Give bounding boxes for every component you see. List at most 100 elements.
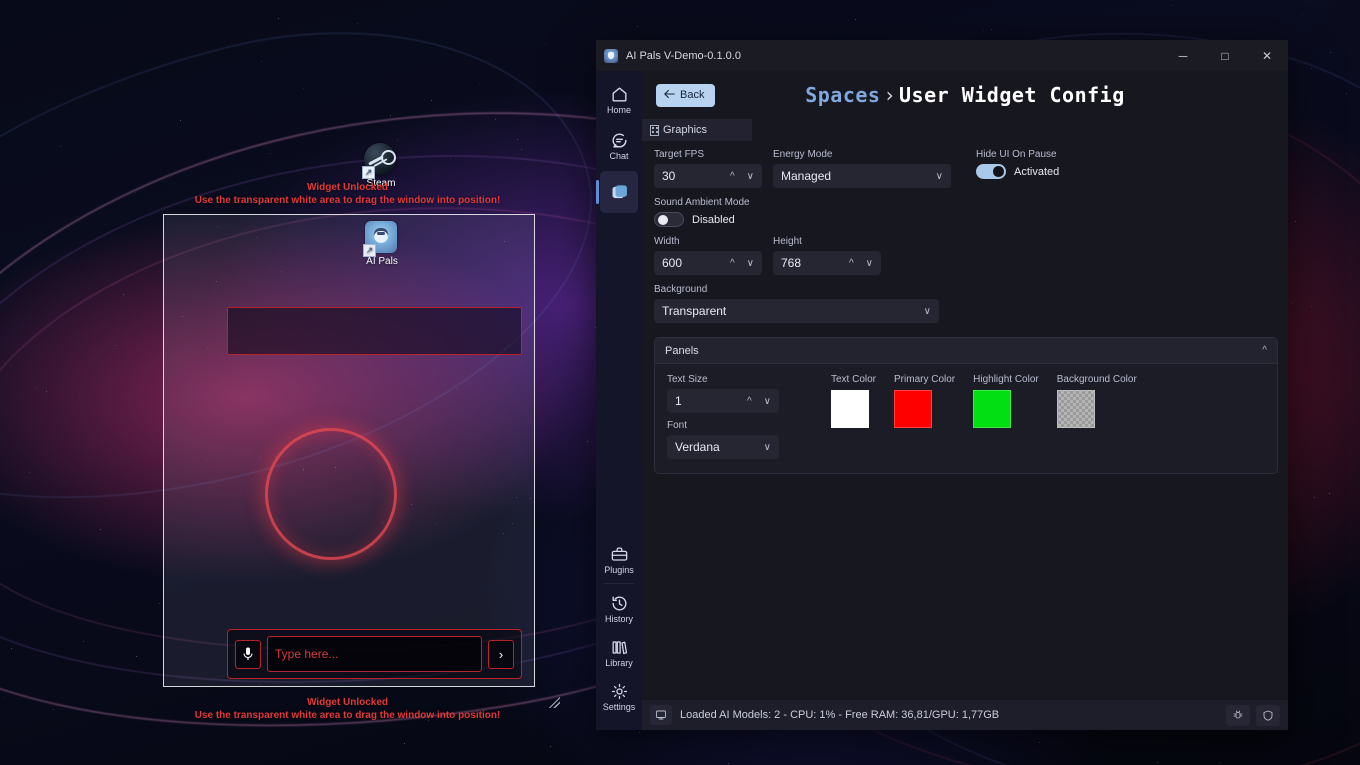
text-size-field: Text Size 1 ^ ∨ — [667, 374, 779, 413]
text-size-stepper[interactable]: 1 ^ ∨ — [667, 389, 779, 413]
chevron-up-icon[interactable]: ^ — [849, 258, 854, 269]
chevron-down-icon: ∨ — [935, 170, 943, 182]
target-fps-stepper[interactable]: 30 ^ ∨ — [654, 164, 762, 188]
back-button[interactable]: Back — [656, 83, 716, 107]
resize-grip-icon[interactable] — [549, 697, 560, 708]
bug-robot-icon[interactable] — [1226, 704, 1250, 726]
primary-color-field: Primary Color — [894, 374, 955, 459]
widget-hint-bottom: Widget Unlocked Use the transparent whit… — [135, 696, 560, 722]
sound-ambient-mode-row: Disabled — [654, 212, 1278, 227]
sidebar-item-label: Plugins — [604, 565, 634, 575]
floating-widget[interactable]: Widget Unlocked Use the transparent whit… — [135, 181, 560, 722]
height-value: 768 — [781, 256, 802, 270]
status-bar: Loaded AI Models: 2 - CPU: 1% - Free RAM… — [642, 700, 1288, 730]
sidebar-item-settings[interactable]: Settings — [600, 676, 638, 718]
font-value: Verdana — [675, 440, 720, 454]
widget-orb[interactable] — [265, 428, 397, 560]
page-title: Spaces › User Widget Config — [642, 83, 1288, 107]
chevron-down-icon[interactable]: ∨ — [866, 258, 873, 269]
chevron-down-icon[interactable]: ∨ — [764, 396, 771, 407]
maximize-button[interactable]: □ — [1204, 40, 1246, 71]
hide-ui-on-pause-toggle[interactable] — [976, 164, 1006, 179]
hide-ui-on-pause-field: Hide UI On Pause Activated — [976, 149, 1059, 179]
background-select[interactable]: Transparent ∨ — [654, 299, 939, 323]
sidebar-bottom-group: Plugins History Library Settings — [596, 537, 642, 730]
height-stepper[interactable]: 768 ^ ∨ — [773, 251, 881, 275]
widget-response-panel — [227, 307, 522, 355]
background-label: Background — [654, 284, 708, 295]
sidebar-item-label: Settings — [602, 702, 636, 712]
microphone-icon[interactable] — [235, 639, 261, 669]
spaces-layers-icon — [609, 181, 630, 202]
status-bar-actions — [1226, 704, 1280, 726]
energy-mode-select[interactable]: Managed ∨ — [773, 164, 951, 188]
window-title: AI Pals V-Demo-0.1.0.0 — [626, 49, 741, 62]
width-label: Width — [654, 236, 680, 247]
title-bar[interactable]: AI Pals V-Demo-0.1.0.0 ─ □ ✕ — [596, 40, 1288, 71]
home-icon — [610, 85, 629, 104]
chevron-down-icon: ∨ — [923, 305, 931, 317]
height-field: Height 768 ^ ∨ — [773, 236, 881, 275]
background-color-field: Background Color — [1056, 374, 1137, 459]
highlight-color-swatch[interactable] — [973, 390, 1012, 428]
tab-strip: Graphics — [642, 119, 1288, 141]
close-button[interactable]: ✕ — [1246, 40, 1288, 71]
panels-left-column: Text Size 1 ^ ∨ Font Verdana ∨ — [667, 374, 779, 459]
minimize-button[interactable]: ─ — [1162, 40, 1204, 71]
chat-icon — [610, 131, 629, 150]
background-color-label: Background Color — [1056, 374, 1137, 385]
text-size-arrows: ^ ∨ — [747, 396, 771, 407]
widget-drag-area[interactable]: Type here... › — [163, 214, 535, 687]
target-fps-field: Target FPS 30 ^ ∨ — [654, 149, 762, 188]
widget-hint-subtitle: Use the transparent white area to drag t… — [194, 195, 501, 206]
energy-mode-value: Managed — [781, 169, 832, 183]
highlight-color-label: Highlight Color — [973, 374, 1039, 385]
font-select[interactable]: Verdana ∨ — [667, 435, 779, 459]
chevron-up-icon[interactable]: ^ — [730, 171, 735, 182]
tab-label: Graphics — [663, 124, 708, 136]
sidebar-item-label: Chat — [609, 151, 629, 161]
sidebar-item-spaces[interactable] — [596, 171, 638, 213]
monitor-icon[interactable] — [650, 705, 672, 725]
window-body: Home Chat Plugins History Library Settin… — [596, 71, 1288, 730]
breadcrumb-root: Spaces — [805, 83, 881, 107]
background-value: Transparent — [662, 304, 727, 318]
sidebar-item-home[interactable]: Home — [600, 79, 638, 121]
tab-graphics[interactable]: Graphics — [642, 119, 752, 141]
text-size-label: Text Size — [667, 374, 708, 385]
chevron-down-icon: ∨ — [763, 441, 771, 453]
width-stepper[interactable]: 600 ^ ∨ — [654, 251, 762, 275]
sidebar-item-label: History — [604, 614, 633, 624]
chevron-up-icon[interactable]: ^ — [730, 258, 735, 269]
chevron-down-icon[interactable]: ∨ — [747, 258, 754, 269]
primary-color-swatch[interactable] — [894, 390, 933, 428]
widget-text-input[interactable]: Type here... — [267, 636, 482, 672]
sidebar-item-plugins[interactable]: Plugins — [600, 539, 638, 581]
hide-ui-on-pause-label: Hide UI On Pause — [976, 149, 1057, 160]
widget-hint-top: Widget Unlocked Use the transparent whit… — [135, 181, 560, 207]
widget-input-bar: Type here... › — [227, 629, 522, 679]
text-color-swatch[interactable] — [831, 390, 869, 428]
chevron-down-icon[interactable]: ∨ — [747, 171, 754, 182]
widget-content: Type here... › — [164, 215, 534, 686]
shield-icon[interactable] — [1256, 704, 1280, 726]
panels-card-header[interactable]: Panels ^ — [655, 338, 1277, 364]
sound-ambient-mode-state: Disabled — [692, 213, 735, 226]
height-label: Height — [773, 236, 802, 247]
sidebar-item-history[interactable]: History — [600, 588, 638, 630]
panels-card-title: Panels — [665, 344, 699, 357]
highlight-color-field: Highlight Color — [973, 374, 1039, 459]
chevron-up-icon[interactable]: ^ — [1262, 345, 1267, 356]
sound-ambient-mode-toggle[interactable] — [654, 212, 684, 227]
sidebar-item-label: Library — [605, 658, 633, 668]
sidebar-item-chat[interactable]: Chat — [600, 125, 638, 167]
ai-pals-app-icon — [604, 48, 618, 63]
sidebar: Home Chat Plugins History Library Settin… — [596, 71, 642, 730]
sidebar-item-library[interactable]: Library — [600, 632, 638, 674]
settings-scroll-area: Target FPS 30 ^ ∨ Energy Mode Managed ∨ … — [642, 141, 1288, 700]
library-books-icon — [610, 638, 629, 657]
background-color-swatch[interactable] — [1056, 390, 1095, 428]
send-chevron-icon[interactable]: › — [488, 639, 514, 669]
energy-mode-label: Energy Mode — [773, 149, 833, 160]
chevron-up-icon[interactable]: ^ — [747, 396, 752, 407]
